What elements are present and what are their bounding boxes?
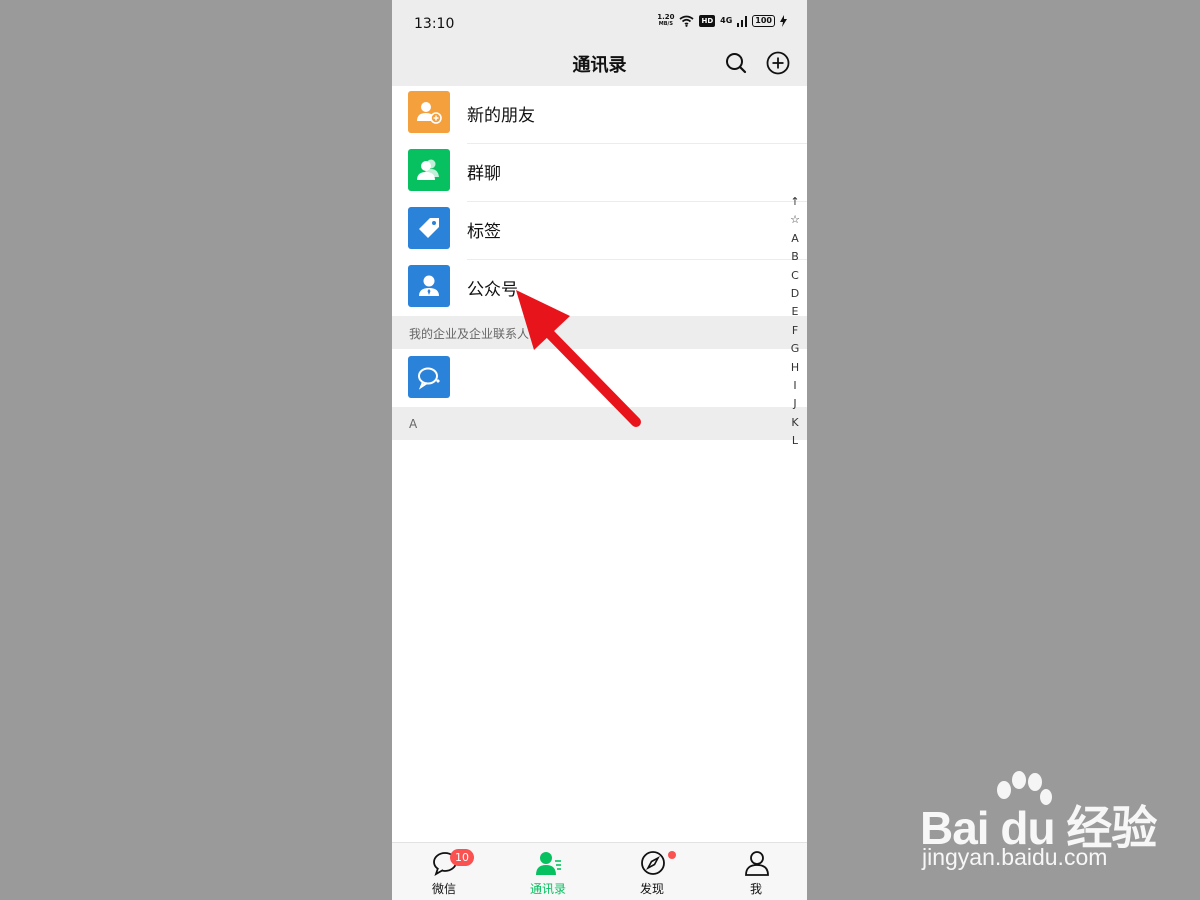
bottom-tab-bar: 10 微信 通讯录 发现 我 — [392, 842, 807, 900]
index-letter[interactable]: H — [785, 359, 805, 377]
phone-screen: 13:10 1.20 MB/S HD 4G 100 通讯录 新的朋友 群聊 标签… — [392, 0, 807, 900]
index-letter[interactable]: F — [785, 322, 805, 340]
section-header-text: 我的企业及企业联系人 — [409, 327, 530, 341]
wifi-icon — [679, 15, 695, 27]
top-nav-bar: 通讯录 — [392, 42, 807, 86]
alphabet-index-bar[interactable]: ↑ ☆ A B C D E F G H I J K L — [785, 193, 805, 450]
index-letter[interactable]: J — [785, 395, 805, 413]
network-speed: 1.20 MB/S — [657, 13, 675, 28]
tab-contacts[interactable]: 通讯录 — [496, 843, 600, 900]
contact-entry-official-accounts[interactable]: 公众号 — [392, 260, 807, 318]
entry-label: 公众号 — [467, 280, 518, 300]
index-letter[interactable]: G — [785, 340, 805, 358]
signal-icon — [737, 15, 748, 27]
plus-circle-icon[interactable] — [765, 50, 791, 76]
tab-chats[interactable]: 10 微信 — [392, 843, 496, 900]
compass-icon — [641, 851, 665, 875]
index-letter[interactable]: L — [785, 432, 805, 450]
group-chat-icon — [408, 149, 450, 191]
section-header-enterprise: 我的企业及企业联系人 — [392, 316, 807, 349]
tab-discover[interactable]: 发现 — [600, 843, 704, 900]
index-letter[interactable]: K — [785, 414, 805, 432]
notification-dot — [668, 851, 676, 859]
status-bar: 13:10 1.20 MB/S HD 4G 100 — [392, 0, 807, 42]
search-icon[interactable] — [724, 51, 748, 75]
section-letter: A — [409, 417, 418, 431]
tab-label: 发现 — [639, 882, 664, 896]
enterprise-contact-entry[interactable] — [392, 349, 807, 407]
battery-indicator: 100 — [752, 15, 775, 27]
contact-entry-group-chats[interactable]: 群聊 — [392, 144, 807, 202]
tab-label: 微信 — [431, 882, 456, 896]
section-header-a: A — [392, 407, 807, 440]
index-letter[interactable]: E — [785, 303, 805, 321]
entry-label: 群聊 — [467, 164, 501, 184]
wecom-icon — [408, 356, 450, 398]
entry-label: 标签 — [467, 222, 501, 242]
status-indicators: 1.20 MB/S HD 4G 100 — [657, 14, 787, 28]
tab-label: 我 — [749, 882, 762, 896]
index-letter[interactable]: ☆ — [785, 211, 805, 229]
index-letter[interactable]: I — [785, 377, 805, 395]
add-friend-icon — [408, 91, 450, 133]
hd-badge: HD — [699, 15, 716, 27]
contact-entry-tags[interactable]: 标签 — [392, 202, 807, 260]
profile-icon — [745, 851, 769, 876]
index-letter[interactable]: ↑ — [785, 193, 805, 211]
status-time: 13:10 — [414, 16, 455, 32]
tab-me[interactable]: 我 — [704, 843, 807, 900]
official-account-icon — [408, 265, 450, 307]
index-letter[interactable]: C — [785, 267, 805, 285]
baidu-jingyan-watermark: Bai du 经验 jingyan.baidu.com — [920, 770, 1170, 880]
network-type: 4G — [720, 16, 733, 25]
unread-badge: 10 — [450, 849, 474, 866]
tab-label: 通讯录 — [529, 882, 566, 896]
entry-label: 新的朋友 — [467, 106, 535, 126]
index-letter[interactable]: A — [785, 230, 805, 248]
watermark-url: jingyan.baidu.com — [922, 844, 1108, 870]
contact-entry-new-friends[interactable]: 新的朋友 — [392, 86, 807, 144]
index-letter[interactable]: B — [785, 248, 805, 266]
contacts-icon — [536, 852, 561, 875]
tag-icon — [408, 207, 450, 249]
charging-icon — [780, 15, 787, 27]
index-letter[interactable]: D — [785, 285, 805, 303]
